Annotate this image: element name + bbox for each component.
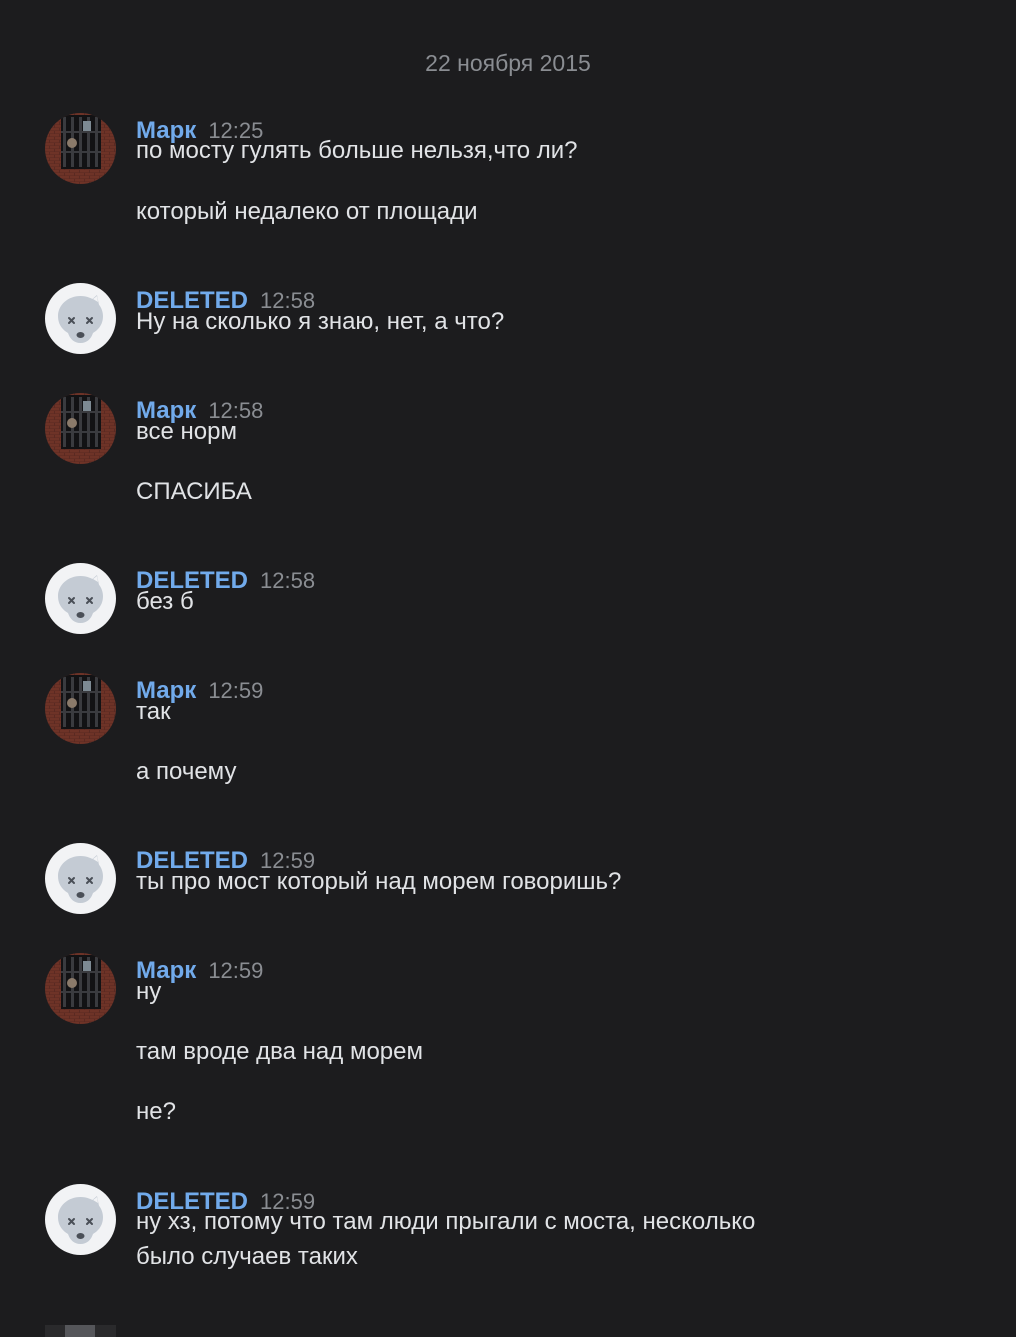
message-text: не? (136, 1098, 176, 1125)
message-text: там вроде два над морем (136, 1038, 423, 1065)
avatar-mark[interactable] (45, 673, 116, 744)
date-separator: 22 ноября 2015 (425, 50, 591, 76)
message-text: а почему (136, 758, 237, 785)
message-text: ну (136, 978, 162, 1005)
avatar-mark[interactable] (45, 953, 116, 1024)
avatar-deleted[interactable] (45, 283, 116, 354)
message-text: СПАСИБА (136, 478, 252, 505)
message-text: без б (136, 588, 194, 615)
message-text: который недалеко от площади (136, 198, 478, 225)
avatar-partial[interactable] (45, 1325, 116, 1337)
message-text: ты про мост который над морем говоришь? (136, 868, 622, 895)
message-text: все норм (136, 418, 237, 445)
avatar-deleted[interactable] (45, 843, 116, 914)
avatar-deleted[interactable] (45, 1184, 116, 1255)
message-text: так (136, 698, 171, 725)
message-time[interactable]: 12:58 (260, 568, 315, 593)
message-text: ну хз, потому что там люди прыгали с мос… (136, 1208, 756, 1235)
avatar-mark[interactable] (45, 113, 116, 184)
message-time[interactable]: 12:59 (208, 958, 263, 983)
message-text: было случаев таких (136, 1243, 358, 1270)
message-time[interactable]: 12:59 (208, 678, 263, 703)
avatar-mark[interactable] (45, 393, 116, 464)
avatar-deleted[interactable] (45, 563, 116, 634)
message-text: по мосту гулять больше нельзя,что ли? (136, 137, 578, 164)
message-text: Ну на сколько я знаю, нет, а что? (136, 308, 505, 335)
